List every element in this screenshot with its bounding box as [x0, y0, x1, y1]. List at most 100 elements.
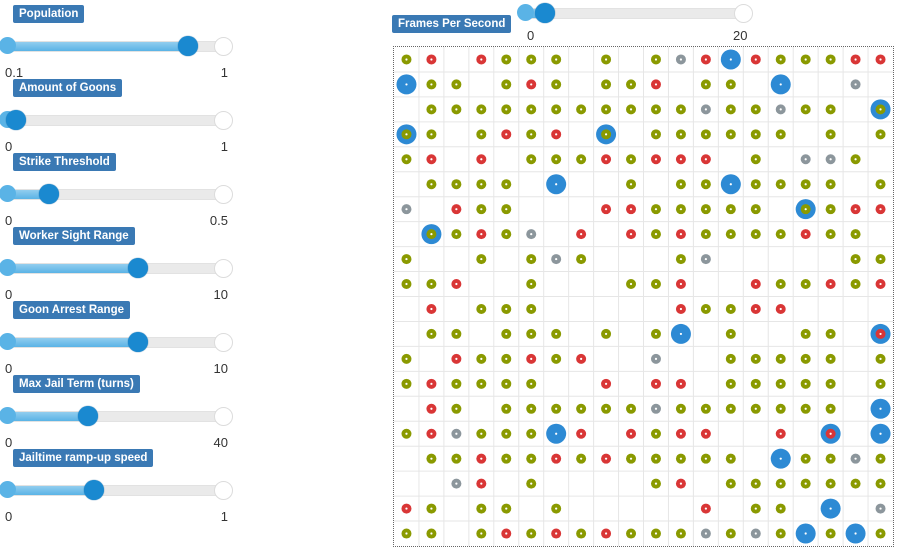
- striking-agent-center: [879, 332, 882, 336]
- worker-agent-center: [804, 108, 807, 111]
- jailed-agent-center: [704, 532, 707, 535]
- worker-agent-center: [604, 332, 608, 336]
- worker-agent-center: [430, 183, 433, 186]
- worker-agent-center: [405, 382, 408, 385]
- worker-agent-center: [829, 108, 832, 111]
- striking-agent-center: [555, 532, 558, 535]
- slider-population: Population 0.1 1: [0, 5, 240, 80]
- worker-agent-center: [854, 482, 857, 485]
- striking-agent-center: [629, 208, 633, 211]
- striking-agent-center: [480, 58, 483, 61]
- worker-agent-center: [405, 532, 408, 535]
- worker-agent-center: [754, 183, 757, 186]
- striking-agent-center: [480, 158, 483, 161]
- worker-agent-center: [654, 432, 658, 435]
- fps-min-label: 0: [527, 28, 535, 43]
- worker-agent-center: [754, 482, 757, 485]
- worker-agent-center: [854, 282, 857, 286]
- slider-thumb[interactable]: [78, 406, 99, 426]
- slider-track[interactable]: [0, 480, 233, 500]
- worker-agent-center: [779, 133, 782, 136]
- striking-agent-center: [430, 382, 433, 385]
- worker-agent-center: [729, 133, 732, 136]
- worker-agent-center: [555, 507, 558, 510]
- striking-agent-center: [854, 58, 857, 61]
- worker-agent-center: [604, 83, 608, 86]
- slider-thumb[interactable]: [83, 480, 104, 500]
- worker-agent-center: [754, 108, 757, 111]
- jailed-agent-center: [704, 257, 707, 261]
- worker-agent-center: [530, 133, 533, 136]
- worker-agent-center: [829, 482, 832, 485]
- goon-agent-center: [829, 507, 832, 510]
- goon-agent-center: [555, 183, 558, 186]
- worker-agent-center: [430, 532, 433, 535]
- worker-agent-center: [704, 307, 707, 311]
- striking-agent-center: [804, 233, 807, 236]
- worker-agent-center: [430, 233, 433, 236]
- slider-thumb[interactable]: [39, 184, 60, 204]
- worker-agent-center: [679, 257, 683, 261]
- slider-thumb[interactable]: [6, 110, 27, 130]
- slider-thumb[interactable]: [128, 332, 149, 352]
- worker-agent-center: [729, 532, 732, 535]
- striking-agent-center: [879, 58, 882, 61]
- worker-agent-center: [555, 407, 558, 410]
- slider-min-label: 0: [5, 139, 13, 154]
- slider-thumb[interactable]: [128, 258, 149, 278]
- worker-agent-center: [430, 457, 433, 460]
- worker-agent-center: [704, 407, 707, 410]
- slider-goon-arrest-range: Goon Arrest Range 0 10: [0, 301, 240, 376]
- worker-agent-center: [530, 158, 533, 161]
- worker-agent-center: [779, 282, 782, 286]
- striking-agent-center: [505, 133, 508, 136]
- worker-agent-center: [879, 257, 882, 261]
- striking-agent-center: [679, 233, 683, 236]
- slider-track[interactable]: [0, 184, 233, 204]
- slider-track[interactable]: [0, 110, 233, 130]
- worker-agent-center: [879, 108, 882, 111]
- worker-agent-center: [779, 532, 782, 535]
- striking-agent-center: [455, 357, 458, 360]
- jailed-agent-center: [455, 432, 458, 435]
- worker-agent-center: [654, 58, 658, 61]
- worker-agent-center: [505, 432, 508, 435]
- worker-agent-center: [629, 158, 633, 161]
- worker-agent-center: [405, 282, 408, 286]
- worker-agent-center: [804, 382, 807, 385]
- slider-max-label: 1: [220, 139, 228, 154]
- worker-agent-center: [779, 357, 782, 360]
- worker-agent-center: [480, 432, 483, 435]
- worker-agent-center: [480, 133, 483, 136]
- worker-agent-center: [879, 133, 882, 136]
- worker-agent-center: [754, 233, 757, 236]
- striking-agent-center: [779, 432, 782, 435]
- jailed-agent-center: [854, 83, 857, 86]
- worker-agent-center: [829, 208, 832, 211]
- slider-track[interactable]: [0, 406, 233, 426]
- worker-agent-center: [455, 183, 458, 186]
- worker-agent-center: [530, 307, 533, 311]
- worker-agent-center: [455, 457, 458, 460]
- worker-agent-center: [455, 83, 458, 86]
- worker-agent-center: [505, 507, 508, 510]
- worker-agent-center: [530, 332, 533, 336]
- striking-agent-center: [505, 532, 508, 535]
- slider-thumb[interactable]: [177, 36, 198, 56]
- worker-agent-center: [580, 532, 583, 535]
- worker-agent-center: [580, 158, 583, 161]
- slider-track[interactable]: [0, 36, 233, 56]
- worker-agent-center: [804, 332, 807, 336]
- striking-agent-center: [455, 208, 458, 211]
- worker-agent-center: [505, 382, 508, 385]
- slider-label: Strike Threshold: [13, 153, 116, 171]
- slider-track[interactable]: [0, 332, 233, 352]
- worker-agent-center: [530, 58, 533, 61]
- slider-min-label: 0.1: [5, 65, 24, 80]
- fps-slider[interactable]: [517, 3, 753, 23]
- slider-track[interactable]: [0, 258, 233, 278]
- fps-slider-thumb[interactable]: [535, 3, 556, 23]
- worker-agent-center: [704, 83, 707, 86]
- worker-agent-center: [580, 407, 583, 410]
- worker-agent-center: [580, 257, 583, 261]
